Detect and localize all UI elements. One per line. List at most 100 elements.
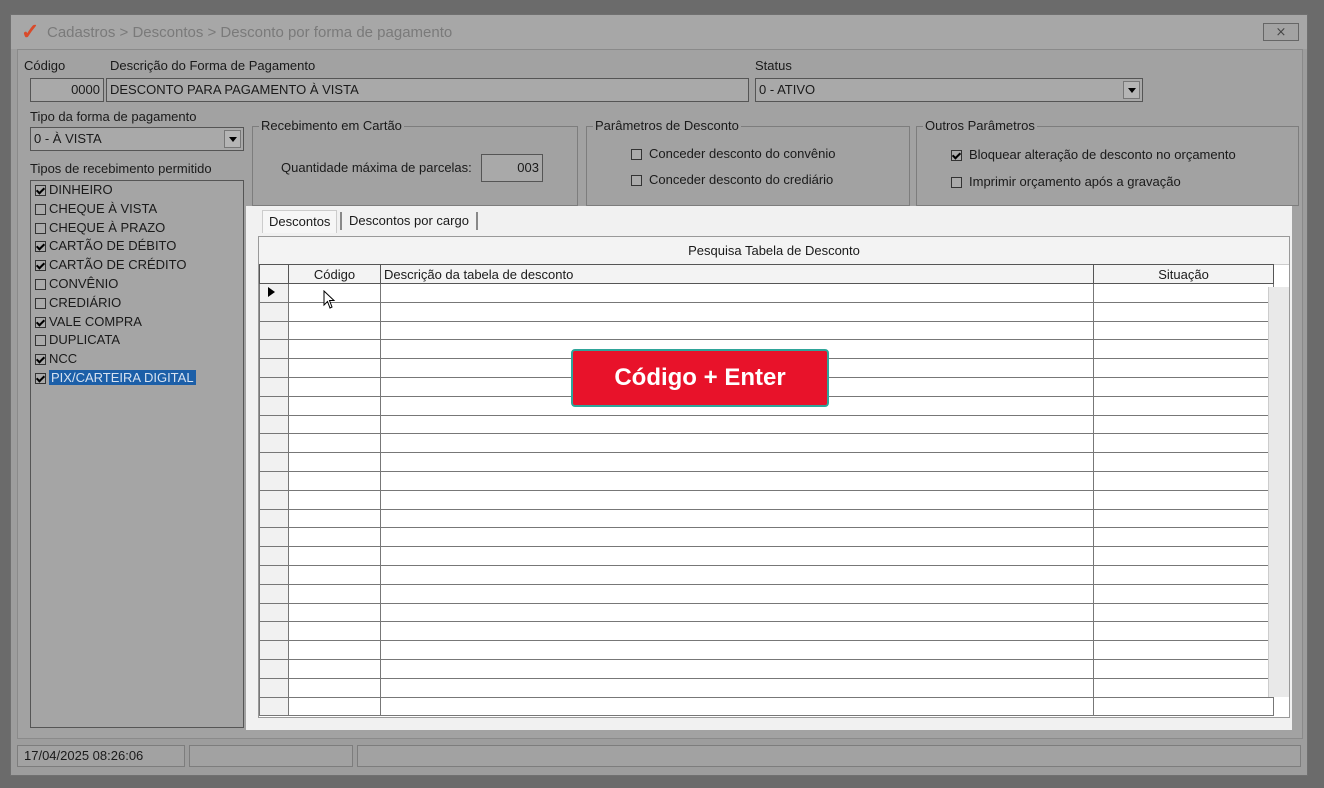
checkbox-icon[interactable] bbox=[35, 203, 46, 215]
table-cell[interactable] bbox=[1093, 546, 1274, 566]
table-cell[interactable] bbox=[288, 414, 381, 435]
table-cell[interactable] bbox=[1093, 433, 1274, 454]
table-cell[interactable] bbox=[288, 395, 381, 416]
table-cell[interactable] bbox=[380, 658, 1094, 679]
table-cell[interactable] bbox=[288, 564, 381, 585]
table-cell[interactable] bbox=[1093, 508, 1274, 529]
table-row[interactable] bbox=[259, 527, 1274, 548]
checkbox-icon[interactable] bbox=[35, 185, 46, 197]
close-button[interactable]: ⨯ bbox=[1263, 23, 1299, 41]
table-cell[interactable] bbox=[1093, 358, 1274, 378]
table-cell[interactable] bbox=[1093, 301, 1274, 322]
checkbox-icon[interactable] bbox=[35, 316, 46, 328]
table-cell[interactable] bbox=[380, 640, 1094, 660]
table-cell[interactable] bbox=[380, 677, 1094, 698]
crediario-checkbox-row[interactable]: Conceder desconto do crediário bbox=[631, 172, 833, 187]
table-cell[interactable] bbox=[380, 489, 1094, 510]
table-cell[interactable] bbox=[1093, 320, 1274, 341]
table-row[interactable] bbox=[259, 508, 1274, 529]
checkbox-icon[interactable] bbox=[951, 177, 962, 189]
checkbox-icon[interactable] bbox=[35, 279, 46, 291]
table-cell[interactable] bbox=[380, 546, 1094, 566]
checkbox-icon[interactable] bbox=[631, 149, 642, 161]
codigo-input[interactable]: 0000 bbox=[30, 78, 104, 102]
table-cell[interactable] bbox=[288, 376, 381, 397]
list-item[interactable]: DINHEIRO bbox=[31, 181, 243, 200]
list-item[interactable]: CARTÃO DE DÉBITO bbox=[31, 237, 243, 256]
table-cell[interactable] bbox=[380, 470, 1094, 491]
table-cell[interactable] bbox=[1093, 452, 1274, 472]
table-cell[interactable] bbox=[380, 564, 1094, 585]
table-cell[interactable] bbox=[380, 414, 1094, 435]
table-cell[interactable] bbox=[288, 640, 381, 660]
col-header-codigo[interactable]: Código bbox=[288, 264, 381, 284]
table-cell[interactable] bbox=[1093, 489, 1274, 510]
list-item[interactable]: CARTÃO DE CRÉDITO bbox=[31, 256, 243, 275]
grid-table[interactable]: Código Descrição da tabela de desconto S… bbox=[259, 264, 1274, 717]
table-cell[interactable] bbox=[380, 301, 1094, 322]
desconto-grid[interactable]: Pesquisa Tabela de Desconto Código Descr… bbox=[258, 236, 1290, 718]
table-cell[interactable] bbox=[288, 546, 381, 566]
checkbox-icon[interactable] bbox=[35, 373, 46, 385]
table-cell[interactable] bbox=[1093, 564, 1274, 585]
col-header-descricao[interactable]: Descrição da tabela de desconto bbox=[380, 264, 1094, 284]
chevron-down-icon[interactable] bbox=[224, 130, 241, 148]
table-cell[interactable] bbox=[1093, 621, 1274, 642]
table-row[interactable] bbox=[259, 470, 1274, 491]
checkbox-icon[interactable] bbox=[35, 354, 46, 366]
table-cell[interactable] bbox=[1093, 376, 1274, 397]
tab-descontos[interactable]: Descontos bbox=[262, 210, 338, 233]
table-cell[interactable] bbox=[288, 583, 381, 604]
list-item[interactable]: VALE COMPRA bbox=[31, 313, 243, 332]
table-cell[interactable] bbox=[1093, 677, 1274, 698]
vertical-scrollbar[interactable] bbox=[1268, 287, 1289, 697]
table-cell[interactable] bbox=[1093, 395, 1274, 416]
table-cell[interactable] bbox=[1093, 696, 1274, 717]
col-header-situacao[interactable]: Situação bbox=[1093, 264, 1274, 284]
table-row[interactable] bbox=[259, 489, 1274, 510]
status-select[interactable]: 0 - ATIVO bbox=[755, 78, 1143, 102]
table-cell[interactable] bbox=[1093, 283, 1274, 303]
table-cell[interactable] bbox=[288, 696, 381, 717]
checkbox-icon[interactable] bbox=[35, 260, 46, 272]
table-row[interactable] bbox=[259, 621, 1274, 642]
table-cell[interactable] bbox=[380, 283, 1094, 303]
table-row[interactable] bbox=[259, 301, 1274, 322]
table-row[interactable] bbox=[259, 602, 1274, 623]
table-row[interactable] bbox=[259, 696, 1274, 717]
table-cell[interactable] bbox=[288, 602, 381, 623]
bloquear-checkbox-row[interactable]: Bloquear alteração de desconto no orçame… bbox=[951, 147, 1236, 162]
table-cell[interactable] bbox=[288, 508, 381, 529]
table-cell[interactable] bbox=[380, 621, 1094, 642]
list-item[interactable]: CONVÊNIO bbox=[31, 275, 243, 294]
descricao-input[interactable]: DESCONTO PARA PAGAMENTO À VISTA bbox=[106, 78, 749, 102]
table-cell[interactable] bbox=[288, 339, 381, 360]
table-cell[interactable] bbox=[1093, 470, 1274, 491]
list-item-selected[interactable]: PIX/CARTEIRA DIGITAL bbox=[31, 369, 243, 388]
convenio-checkbox-row[interactable]: Conceder desconto do convênio bbox=[631, 146, 835, 161]
table-cell[interactable] bbox=[380, 452, 1094, 472]
table-cell[interactable] bbox=[288, 320, 381, 341]
table-cell[interactable] bbox=[1093, 602, 1274, 623]
table-row[interactable] bbox=[259, 583, 1274, 604]
checkbox-icon[interactable] bbox=[951, 150, 962, 162]
table-cell[interactable] bbox=[288, 452, 381, 472]
checkbox-icon[interactable] bbox=[35, 335, 46, 347]
table-row[interactable] bbox=[259, 433, 1274, 454]
parcelas-input[interactable]: 003 bbox=[481, 154, 543, 182]
table-cell[interactable] bbox=[1093, 527, 1274, 548]
checkbox-icon[interactable] bbox=[631, 175, 642, 187]
table-cell[interactable] bbox=[380, 527, 1094, 548]
table-cell[interactable] bbox=[288, 658, 381, 679]
table-cell[interactable] bbox=[380, 696, 1094, 717]
list-item[interactable]: CREDIÁRIO bbox=[31, 294, 243, 313]
table-cell[interactable] bbox=[288, 527, 381, 548]
table-row[interactable] bbox=[259, 640, 1274, 660]
table-cell[interactable] bbox=[288, 489, 381, 510]
table-cell[interactable] bbox=[1093, 658, 1274, 679]
table-row[interactable] bbox=[259, 283, 1274, 303]
table-cell[interactable] bbox=[288, 358, 381, 378]
checkbox-icon[interactable] bbox=[35, 241, 46, 253]
tab-descontos-por-cargo[interactable]: Descontos por cargo bbox=[343, 210, 475, 232]
table-cell[interactable] bbox=[380, 602, 1094, 623]
